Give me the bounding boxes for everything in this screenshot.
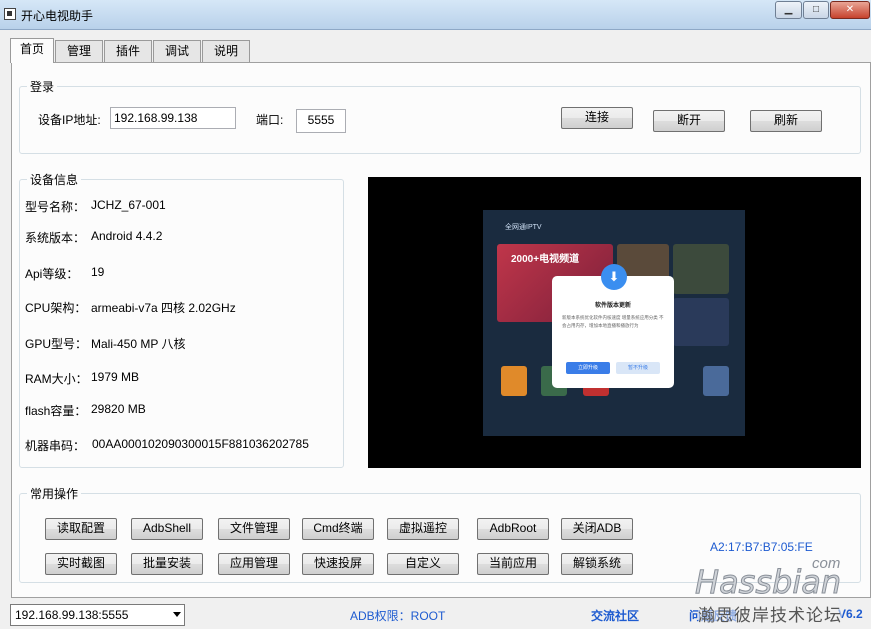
tv-screenshot: 全网通IPTV 2000+电视频道 ⬇ 软件版本更新 新版本系统优化软件内核速度… [483, 210, 745, 436]
flash-label: flash容量： [25, 404, 87, 418]
device-info-title: 设备信息 [30, 173, 79, 187]
tab-home[interactable]: 首页 [10, 38, 54, 63]
file-manager-button[interactable]: 文件管理 [218, 518, 290, 540]
cpu-value: armeabi-v7a 四核 2.02GHz [91, 301, 236, 315]
home-panel: 登录 设备IP地址: 192.168.99.138 端口: 5555 连接 断开… [11, 62, 871, 602]
current-app-button[interactable]: 当前应用 [477, 553, 549, 575]
custom-button[interactable]: 自定义 [387, 553, 459, 575]
window-title: 开心电视助手 [21, 9, 94, 23]
close-adb-button[interactable]: 关闭ADB [561, 518, 633, 540]
ram-value: 1979 MB [91, 370, 140, 384]
adb-root-button[interactable]: AdbRoot [477, 518, 549, 540]
tab-help[interactable]: 说明 [202, 40, 250, 62]
screenshot-button[interactable]: 实时截图 [45, 553, 117, 575]
tv-app-icon [703, 366, 729, 396]
ip-input[interactable]: 192.168.99.138 [110, 107, 236, 129]
os-version-value: Android 4.4.2 [91, 229, 163, 243]
gpu-value: Mali-450 MP 八核 [91, 337, 186, 351]
tv-app-name: 全网通IPTV [505, 224, 542, 231]
cpu-label: CPU架构： [25, 301, 87, 315]
tv-tile [673, 244, 729, 294]
gpu-label: GPU型号： [25, 337, 88, 351]
unlock-system-button[interactable]: 解锁系统 [561, 553, 633, 575]
update-dialog-title: 软件版本更新 [594, 303, 631, 309]
api-level-value: 19 [91, 265, 105, 279]
api-level-label: Api等级： [25, 267, 79, 281]
common-ops-title: 常用操作 [30, 487, 79, 501]
serial-label: 机器串码： [25, 439, 86, 453]
tv-banner-label: 2000+电视频道 [511, 254, 580, 265]
mac-address: A2:17:B7:B7:05:FE [710, 540, 813, 554]
maximize-icon[interactable]: □ [803, 1, 829, 19]
update-now-button: 立即升级 [566, 362, 610, 374]
ip-label: 设备IP地址: [38, 113, 101, 127]
minimize-icon[interactable]: ▁ [775, 1, 802, 19]
port-input[interactable]: 5555 [296, 109, 346, 133]
update-later-button: 暂不升级 [616, 362, 660, 374]
device-select-value: 192.168.99.138:5555 [15, 608, 129, 622]
adb-permission-status: ADB权限：ROOT [350, 609, 446, 623]
disconnect-button[interactable]: 断开 [653, 110, 725, 132]
ram-label: RAM大小： [25, 372, 88, 386]
watermark-brand: Hassbian [694, 563, 842, 602]
status-bar: 192.168.99.138:5555 ADB权限：ROOT 交流社区 问题反馈… [0, 600, 871, 629]
tv-app-icon [501, 366, 527, 396]
device-select[interactable]: 192.168.99.138:5555 [10, 604, 185, 626]
refresh-button[interactable]: 刷新 [750, 110, 822, 132]
model-value: JCHZ_67-001 [91, 198, 166, 212]
batch-install-button[interactable]: 批量安装 [131, 553, 203, 575]
title-bar: 开心电视助手 ▁ □ ✕ [0, 0, 871, 30]
update-dialog: ⬇ 软件版本更新 新版本系统优化软件内核速度 增量系统应用分类 不会占用内存，增… [552, 264, 674, 388]
app-window-icon [4, 8, 16, 20]
community-link[interactable]: 交流社区 [591, 607, 639, 624]
device-info-group: 设备信息 [19, 171, 344, 468]
virtual-remote-button[interactable]: 虚拟遥控 [387, 518, 459, 540]
os-version-label: 系统版本： [25, 231, 86, 245]
model-label: 型号名称： [25, 200, 86, 214]
port-label: 端口: [256, 113, 284, 127]
watermark-subtitle: 瀚思彼岸技术论坛 [698, 601, 842, 626]
update-dialog-body: 新版本系统优化软件内核速度 增量系统应用分类 不会占用内存，增加本地直播和播放行… [562, 315, 664, 328]
app-manager-button[interactable]: 应用管理 [218, 553, 290, 575]
close-icon[interactable]: ✕ [830, 1, 870, 19]
download-icon: ⬇ [601, 264, 627, 290]
tv-tile [673, 298, 729, 346]
screen-preview[interactable]: 全网通IPTV 2000+电视频道 ⬇ 软件版本更新 新版本系统优化软件内核速度… [368, 177, 861, 468]
read-config-button[interactable]: 读取配置 [45, 518, 117, 540]
tab-debug[interactable]: 调试 [153, 40, 201, 62]
tab-manage[interactable]: 管理 [55, 40, 103, 62]
flash-value: 29820 MB [91, 402, 146, 416]
chevron-down-icon[interactable] [173, 612, 181, 617]
serial-value: 00AA000102090300015F881036202785 [92, 437, 309, 451]
tab-plugins[interactable]: 插件 [104, 40, 152, 62]
connect-button[interactable]: 连接 [561, 107, 633, 129]
quick-cast-button[interactable]: 快速投屏 [302, 553, 374, 575]
cmd-terminal-button[interactable]: Cmd终端 [302, 518, 374, 540]
login-group-title: 登录 [30, 80, 55, 94]
adb-shell-button[interactable]: AdbShell [131, 518, 203, 540]
